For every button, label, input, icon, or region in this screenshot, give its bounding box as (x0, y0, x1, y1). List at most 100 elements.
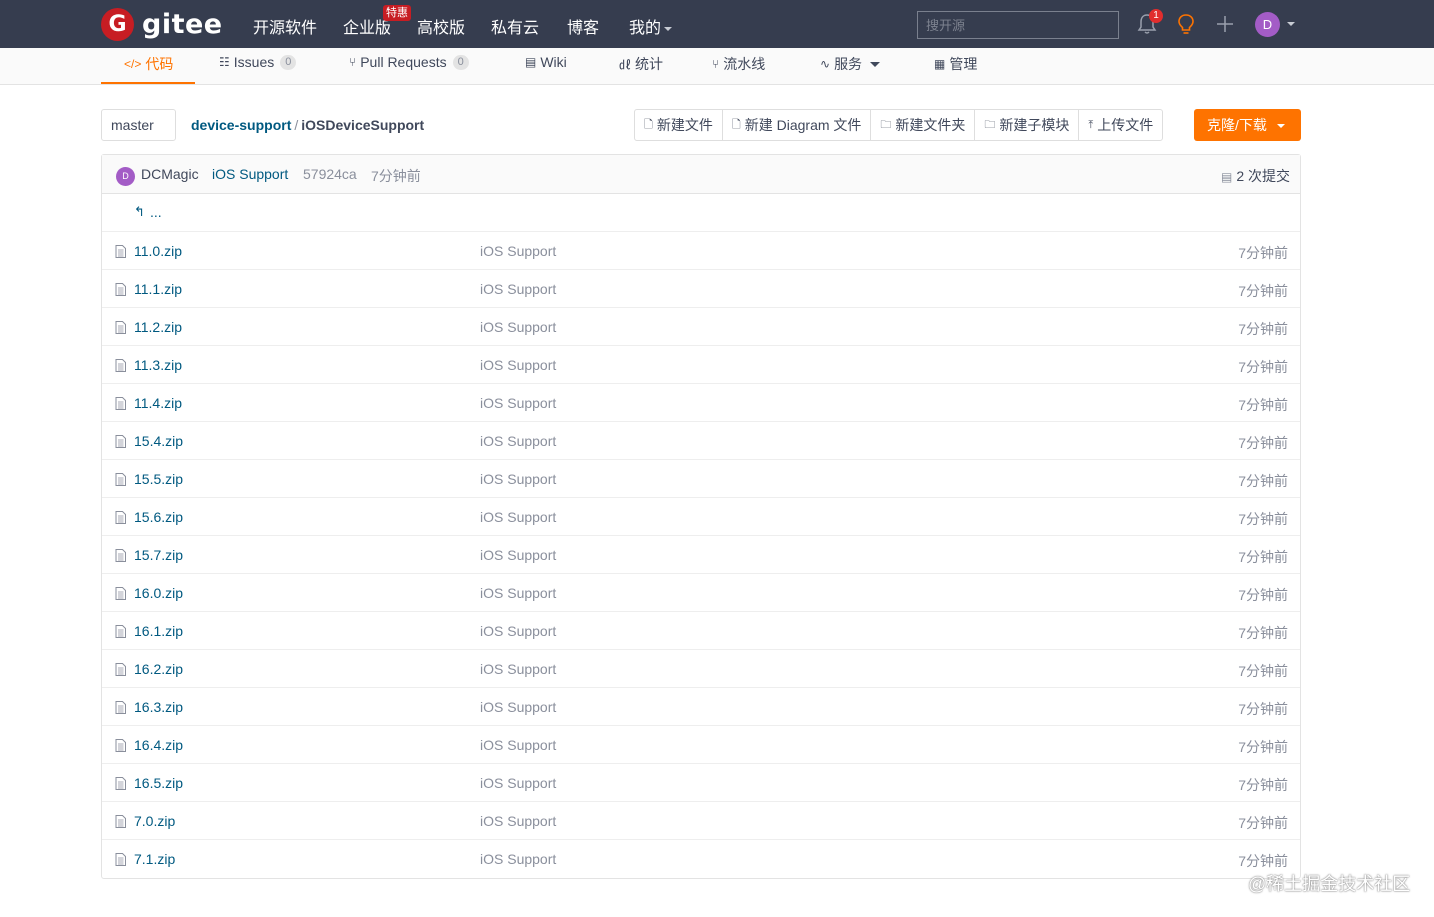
table-row[interactable]: 15.4.zip iOS Support 7分钟前 (102, 422, 1300, 460)
table-row[interactable]: 15.6.zip iOS Support 7分钟前 (102, 498, 1300, 536)
table-row[interactable]: 11.4.zip iOS Support 7分钟前 (102, 384, 1300, 422)
file-name-link[interactable]: 16.4.zip (134, 737, 183, 753)
file-name-link[interactable]: 7.0.zip (134, 813, 175, 829)
table-row[interactable]: 11.2.zip iOS Support 7分钟前 (102, 308, 1300, 346)
nav-open-source[interactable]: 开源软件 (253, 14, 317, 38)
file-commit-message[interactable]: iOS Support (480, 357, 556, 373)
breadcrumb-separator: / (294, 117, 299, 133)
commit-message[interactable]: iOS Support (212, 166, 288, 182)
file-commit-message[interactable]: iOS Support (480, 623, 556, 639)
new-submodule-button[interactable]: 🗀 新建子模块 (975, 110, 1080, 140)
file-commit-time: 7分钟前 (1238, 283, 1288, 299)
tab-pipeline[interactable]: ⑂ 流水线 (712, 54, 765, 74)
file-commit-message[interactable]: iOS Support (480, 775, 556, 791)
file-name-link[interactable]: 16.3.zip (134, 699, 183, 715)
file-commit-message[interactable]: iOS Support (480, 699, 556, 715)
file-icon (115, 587, 126, 600)
file-name-link[interactable]: 7.1.zip (134, 851, 175, 867)
nav-private-cloud[interactable]: 私有云 (491, 14, 539, 38)
pipeline-icon: ⑂ (712, 57, 720, 71)
file-commit-message[interactable]: iOS Support (480, 433, 556, 449)
gitee-logo[interactable]: G gitee (101, 8, 223, 41)
file-icon (115, 549, 126, 562)
tab-issues[interactable]: ☷ Issues 0 (219, 54, 297, 70)
file-commit-message[interactable]: iOS Support (480, 661, 556, 677)
file-commit-time: 7分钟前 (1238, 473, 1288, 489)
file-name-link[interactable]: 16.1.zip (134, 623, 183, 639)
tab-wiki[interactable]: ▤ Wiki (525, 54, 567, 70)
file-commit-message[interactable]: iOS Support (480, 813, 556, 829)
lightbulb-icon[interactable] (1176, 13, 1196, 35)
file-commit-message[interactable]: iOS Support (480, 851, 556, 867)
logo-badge: G (101, 8, 134, 41)
nav-blog[interactable]: 博客 (567, 14, 599, 38)
nav-mine[interactable]: 我的 (629, 14, 673, 38)
table-row[interactable]: 16.2.zip iOS Support 7分钟前 (102, 650, 1300, 688)
table-row[interactable]: 11.1.zip iOS Support 7分钟前 (102, 270, 1300, 308)
file-commit-message[interactable]: iOS Support (480, 585, 556, 601)
breadcrumb-current-dir: iOSDeviceSupport (301, 117, 425, 133)
tab-code[interactable]: </> 代码 (124, 54, 173, 74)
tab-stats[interactable]: ㎗ 统计 (619, 54, 663, 74)
file-name-link[interactable]: 15.4.zip (134, 433, 183, 449)
file-name-link[interactable]: 16.0.zip (134, 585, 183, 601)
file-commit-message[interactable]: iOS Support (480, 471, 556, 487)
file-name-link[interactable]: 15.7.zip (134, 547, 183, 563)
table-row[interactable]: 16.4.zip iOS Support 7分钟前 (102, 726, 1300, 764)
file-icon (115, 283, 126, 296)
table-row[interactable]: 16.1.zip iOS Support 7分钟前 (102, 612, 1300, 650)
table-row[interactable]: 16.3.zip iOS Support 7分钟前 (102, 688, 1300, 726)
table-row[interactable]: 7.0.zip iOS Support 7分钟前 (102, 802, 1300, 840)
commit-author[interactable]: DCMagic (141, 166, 199, 182)
table-row[interactable]: 7.1.zip iOS Support 7分钟前 (102, 840, 1300, 878)
tab-pull-requests[interactable]: ⑂ Pull Requests 0 (349, 54, 469, 70)
file-name-link[interactable]: 15.5.zip (134, 471, 183, 487)
table-row[interactable]: 11.0.zip iOS Support 7分钟前 (102, 232, 1300, 270)
file-name-link[interactable]: 11.3.zip (134, 357, 182, 373)
file-commit-message[interactable]: iOS Support (480, 319, 556, 335)
code-icon: </> (124, 57, 142, 71)
new-folder-button[interactable]: 🗀 新建文件夹 (871, 110, 976, 140)
file-name-link[interactable]: 11.4.zip (134, 395, 182, 411)
file-name-link[interactable]: 16.5.zip (134, 775, 183, 791)
file-commit-message[interactable]: iOS Support (480, 281, 556, 297)
avatar[interactable]: D (1255, 12, 1280, 37)
promo-badge: 特惠 (383, 5, 411, 21)
new-diagram-button[interactable]: 🗋 新建 Diagram 文件 (723, 110, 872, 140)
search-input[interactable] (917, 11, 1119, 39)
file-commit-message[interactable]: iOS Support (480, 243, 556, 259)
tab-manage[interactable]: ▦ 管理 (934, 54, 977, 74)
upload-file-button[interactable]: ⤒ 上传文件 (1079, 110, 1162, 140)
commit-count-link[interactable]: ▤ 2 次提交 (1221, 166, 1290, 186)
file-name-link[interactable]: 11.2.zip (134, 319, 182, 335)
clone-download-button[interactable]: 克隆/下载 (1194, 109, 1301, 141)
chevron-down-icon[interactable] (1287, 22, 1295, 26)
file-name-link[interactable]: 15.6.zip (134, 509, 183, 525)
table-row[interactable]: 16.5.zip iOS Support 7分钟前 (102, 764, 1300, 802)
table-row[interactable]: 16.0.zip iOS Support 7分钟前 (102, 574, 1300, 612)
file-name-link[interactable]: 11.0.zip (134, 243, 182, 259)
commit-sha[interactable]: 57924ca (303, 166, 357, 182)
tab-services[interactable]: ∿ 服务 (820, 54, 881, 74)
table-row[interactable]: 15.7.zip iOS Support 7分钟前 (102, 536, 1300, 574)
file-commit-message[interactable]: iOS Support (480, 395, 556, 411)
file-name-link[interactable]: 16.2.zip (134, 661, 183, 677)
parent-directory-row[interactable]: ↰ ... (102, 194, 1300, 232)
folder-icon: 🗀 (984, 119, 996, 131)
branch-selector[interactable]: master (101, 109, 176, 159)
table-row[interactable]: 15.5.zip iOS Support 7分钟前 (102, 460, 1300, 498)
tab-label: 管理 (949, 56, 978, 72)
breadcrumb-repo-link[interactable]: device-support (191, 117, 291, 133)
nav-education[interactable]: 高校版 (417, 14, 465, 38)
file-commit-message[interactable]: iOS Support (480, 509, 556, 525)
table-row[interactable]: 11.3.zip iOS Support 7分钟前 (102, 346, 1300, 384)
new-file-button[interactable]: 🗋 新建文件 (635, 110, 723, 140)
plus-icon[interactable] (1215, 13, 1235, 35)
notification-badge: 1 (1149, 9, 1163, 23)
file-commit-time: 7分钟前 (1238, 245, 1288, 261)
tab-label: 服务 (834, 56, 863, 72)
avatar[interactable]: D (116, 167, 135, 186)
file-name-link[interactable]: 11.1.zip (134, 281, 182, 297)
file-commit-message[interactable]: iOS Support (480, 547, 556, 563)
file-commit-message[interactable]: iOS Support (480, 737, 556, 753)
